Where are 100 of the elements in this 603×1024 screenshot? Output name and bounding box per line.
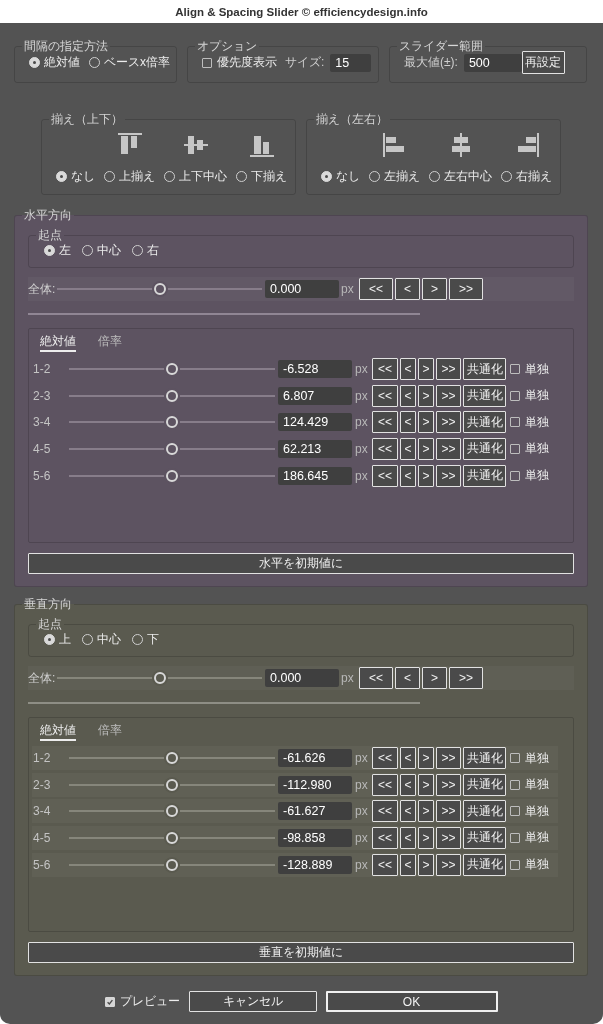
unify-button[interactable]: 共通化 <box>463 826 506 849</box>
checkbox-label[interactable]: 単独 <box>525 389 549 403</box>
skip-forward-button[interactable]: >> <box>436 853 461 876</box>
slider-thumb[interactable] <box>166 805 178 818</box>
step-forward-button[interactable]: > <box>418 358 434 380</box>
checkbox-label[interactable]: 優先度表示 <box>217 56 277 69</box>
checkbox[interactable] <box>510 390 520 401</box>
unify-button[interactable]: 共通化 <box>463 853 506 876</box>
checkbox-label[interactable]: 単独 <box>525 804 549 818</box>
checkbox[interactable] <box>510 470 520 481</box>
skip-back-button[interactable]: << <box>359 278 393 300</box>
value-field[interactable]: 0.000 <box>265 280 339 298</box>
unify-button[interactable]: 共通化 <box>463 384 506 407</box>
tab[interactable]: 倍率 <box>98 334 122 352</box>
value-field[interactable]: 62.213 <box>278 439 352 458</box>
skip-forward-button[interactable]: >> <box>436 411 461 434</box>
unify-button[interactable]: 共通化 <box>463 411 506 434</box>
step-back-button[interactable]: < <box>400 853 416 876</box>
radio-label[interactable]: なし <box>336 170 360 183</box>
skip-forward-button[interactable]: >> <box>449 667 483 689</box>
slider-thumb[interactable] <box>166 858 178 871</box>
unify-button[interactable]: 共通化 <box>463 773 506 796</box>
skip-back-button[interactable]: << <box>372 411 398 434</box>
tab[interactable]: 絶対値 <box>40 334 76 352</box>
value-field[interactable]: 0.000 <box>265 669 339 687</box>
tab[interactable]: 倍率 <box>98 723 122 741</box>
radio-label[interactable]: 中心 <box>97 244 121 257</box>
step-back-button[interactable]: < <box>395 278 420 300</box>
step-forward-button[interactable]: > <box>418 384 434 407</box>
step-forward-button[interactable]: > <box>418 773 434 796</box>
radio-label[interactable]: 下揃え <box>251 170 287 183</box>
unify-button[interactable]: 共通化 <box>463 464 506 487</box>
step-forward-button[interactable]: > <box>422 667 447 689</box>
unify-button[interactable]: 共通化 <box>463 437 506 460</box>
skip-forward-button[interactable]: >> <box>436 826 461 849</box>
checkbox[interactable] <box>510 417 520 428</box>
checkbox[interactable] <box>510 832 520 843</box>
value-field[interactable]: -128.889 <box>278 855 352 874</box>
skip-back-button[interactable]: << <box>359 667 393 689</box>
ok-button[interactable]: OK <box>325 991 498 1012</box>
slider-thumb[interactable] <box>166 416 178 429</box>
value-field[interactable]: -112.980 <box>278 775 352 794</box>
skip-back-button[interactable]: << <box>372 384 398 407</box>
skip-back-button[interactable]: << <box>372 773 398 796</box>
checkbox-label[interactable]: 単独 <box>525 469 549 483</box>
checkbox-label[interactable]: 単独 <box>525 858 549 872</box>
checkbox[interactable] <box>510 806 520 817</box>
radio-label[interactable]: 上下中心 <box>179 170 227 183</box>
slider-thumb[interactable] <box>153 672 166 684</box>
checkbox[interactable] <box>510 779 520 790</box>
radio-label[interactable]: 絶対値 <box>44 56 80 69</box>
step-back-button[interactable]: < <box>400 437 416 460</box>
step-forward-button[interactable]: > <box>418 747 434 769</box>
radio-label[interactable]: 中心 <box>97 633 121 646</box>
radio-label[interactable]: 左 <box>59 244 71 257</box>
skip-forward-button[interactable]: >> <box>436 747 461 769</box>
max-value-field[interactable]: 500 <box>463 53 522 72</box>
checkbox-label[interactable]: 単独 <box>525 778 549 792</box>
unify-button[interactable]: 共通化 <box>463 358 506 380</box>
value-field[interactable]: -61.626 <box>278 749 352 767</box>
checkbox-label[interactable]: 単独 <box>525 415 549 429</box>
step-back-button[interactable]: < <box>400 384 416 407</box>
radio-label[interactable]: 上揃え <box>119 170 155 183</box>
slider-thumb[interactable] <box>166 778 178 791</box>
reset-button[interactable]: 垂直を初期値に <box>28 942 574 963</box>
radio-label[interactable]: 上 <box>59 633 71 646</box>
checkbox-label[interactable]: 単独 <box>525 751 549 765</box>
step-back-button[interactable]: < <box>400 411 416 434</box>
checkbox[interactable] <box>510 859 520 870</box>
skip-back-button[interactable]: << <box>372 437 398 460</box>
slider-thumb[interactable] <box>166 469 178 482</box>
cancel-button[interactable]: キャンセル <box>188 991 317 1012</box>
value-field[interactable]: -98.858 <box>278 828 352 847</box>
checkbox[interactable] <box>104 996 115 1007</box>
skip-back-button[interactable]: << <box>372 853 398 876</box>
tab[interactable]: 絶対値 <box>40 723 76 741</box>
radio-button[interactable] <box>44 245 55 256</box>
skip-back-button[interactable]: << <box>372 800 398 823</box>
value-field[interactable]: 6.807 <box>278 386 352 405</box>
skip-forward-button[interactable]: >> <box>436 384 461 407</box>
step-forward-button[interactable]: > <box>418 853 434 876</box>
slider-thumb[interactable] <box>153 283 166 295</box>
slider-thumb[interactable] <box>166 831 178 844</box>
radio-label[interactable]: 右揃え <box>516 170 552 183</box>
checkbox-label[interactable]: 単独 <box>525 442 549 456</box>
step-back-button[interactable]: < <box>400 464 416 487</box>
radio-label[interactable]: なし <box>71 170 95 183</box>
reset-button[interactable]: 水平を初期値に <box>28 553 574 574</box>
checkbox-label[interactable]: 単独 <box>525 362 549 376</box>
checkbox-label[interactable]: プレビュー <box>119 995 180 1008</box>
skip-back-button[interactable]: << <box>372 747 398 769</box>
radio-label[interactable]: ベースx倍率 <box>104 56 170 69</box>
value-field[interactable]: 186.645 <box>278 466 352 485</box>
value-field[interactable]: 124.429 <box>278 413 352 432</box>
step-forward-button[interactable]: > <box>422 278 447 300</box>
skip-forward-button[interactable]: >> <box>436 464 461 487</box>
checkbox[interactable] <box>202 57 212 68</box>
radio-button[interactable] <box>44 634 55 645</box>
skip-forward-button[interactable]: >> <box>436 437 461 460</box>
checkbox[interactable] <box>510 443 520 454</box>
